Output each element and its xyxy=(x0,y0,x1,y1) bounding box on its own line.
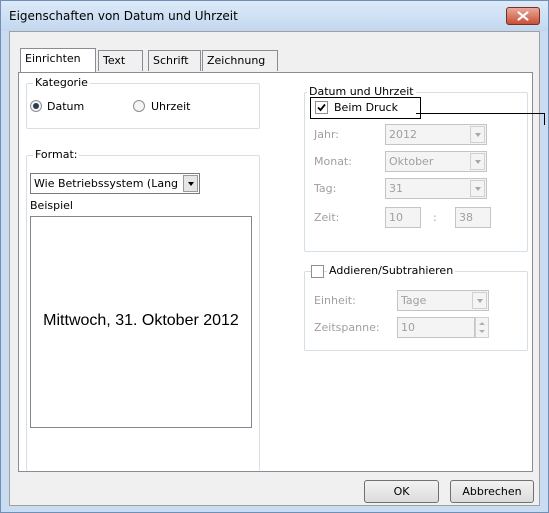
chevron-down-icon[interactable] xyxy=(183,175,198,192)
monat-dropdown[interactable]: Oktober xyxy=(385,151,487,172)
addsub-checkbox[interactable] xyxy=(311,265,324,278)
zeitspanne-spinner[interactable] xyxy=(475,317,489,338)
tag-label: Tag: xyxy=(314,182,337,195)
format-dropdown[interactable]: Wie Betriebssystem (Lang xyxy=(30,173,200,194)
zeitspanne-field[interactable]: 10 xyxy=(397,317,475,338)
tag-dropdown[interactable]: 31 xyxy=(385,178,487,199)
example-preview-text: Mittwoch, 31. Oktober 2012 xyxy=(43,312,239,329)
checkmark-icon xyxy=(317,103,326,112)
callout-line-end xyxy=(544,113,545,125)
tab-einrichten[interactable]: Einrichten xyxy=(20,48,96,72)
dialog-client-area: Einrichten Text Schrift Zeichnung Katego… xyxy=(9,31,540,506)
zeit-minute-field[interactable]: 38 xyxy=(455,207,491,228)
callout-line xyxy=(416,113,544,114)
datum-radio[interactable] xyxy=(30,100,42,112)
format-dropdown-value: Wie Betriebssystem (Lang xyxy=(34,177,179,190)
spin-up-icon[interactable] xyxy=(479,322,485,325)
cancel-button[interactable]: Abbrechen xyxy=(450,480,534,503)
datum-radio-label[interactable]: Datum xyxy=(47,100,84,113)
tab-label: Schrift xyxy=(153,54,189,67)
tab-label: Zeichnung xyxy=(207,54,266,67)
jahr-dropdown[interactable]: 2012 xyxy=(385,124,487,145)
window-title: Eigenschaften von Datum und Uhrzeit xyxy=(9,9,238,23)
tab-schrift[interactable]: Schrift xyxy=(148,50,201,71)
addsub-group: Addieren/Subtrahieren Einheit: Tage Zeit… xyxy=(304,264,528,351)
kategorie-group: Kategorie Datum Uhrzeit xyxy=(26,76,260,129)
beim-druck-label[interactable]: Beim Druck xyxy=(334,101,398,114)
zeit-label: Zeit: xyxy=(314,211,340,224)
tab-zeichnung[interactable]: Zeichnung xyxy=(202,50,278,71)
uhrzeit-radio[interactable] xyxy=(133,100,145,112)
monat-value: Oktober xyxy=(389,155,434,168)
close-button[interactable] xyxy=(506,7,540,25)
tab-label: Einrichten xyxy=(25,52,81,65)
chevron-down-icon[interactable] xyxy=(470,153,485,170)
chevron-down-icon[interactable] xyxy=(470,126,485,143)
format-legend: Format: xyxy=(33,148,80,161)
kategorie-legend: Kategorie xyxy=(33,76,90,89)
tab-text[interactable]: Text xyxy=(98,50,143,71)
beispiel-label: Beispiel xyxy=(30,199,73,212)
uhrzeit-radio-label[interactable]: Uhrzeit xyxy=(151,100,190,113)
close-icon xyxy=(517,11,529,21)
zeit-hour-field[interactable]: 10 xyxy=(385,207,421,228)
example-preview: Mittwoch, 31. Oktober 2012 xyxy=(30,216,252,428)
dialog-window: Eigenschaften von Datum und Uhrzeit Einr… xyxy=(0,0,549,513)
einheit-label: Einheit: xyxy=(314,294,356,307)
spin-down-icon[interactable] xyxy=(479,330,485,333)
format-group: Format: Wie Betriebssystem (Lang Beispie… xyxy=(26,148,260,471)
datetime-group: Datum und Uhrzeit Beim Druck Jahr: 2012 … xyxy=(304,85,528,252)
einheit-value: Tage xyxy=(401,294,427,307)
chevron-down-icon[interactable] xyxy=(472,292,487,309)
tag-value: 31 xyxy=(389,182,403,195)
chevron-down-icon[interactable] xyxy=(470,180,485,197)
tab-label: Text xyxy=(103,54,126,67)
einheit-dropdown[interactable]: Tage xyxy=(397,290,489,311)
zeit-separator: : xyxy=(433,211,437,224)
tab-panel-einrichten: Kategorie Datum Uhrzeit Format: Wie Betr… xyxy=(18,72,533,472)
ok-button[interactable]: OK xyxy=(364,480,439,503)
zeitspanne-label: Zeitspanne: xyxy=(314,321,380,334)
jahr-value: 2012 xyxy=(389,128,417,141)
addsub-legend[interactable]: Addieren/Subtrahieren xyxy=(327,264,456,277)
jahr-label: Jahr: xyxy=(314,128,339,141)
beim-druck-checkbox[interactable] xyxy=(315,101,328,114)
monat-label: Monat: xyxy=(314,155,352,168)
title-bar[interactable]: Eigenschaften von Datum und Uhrzeit xyxy=(1,1,548,31)
